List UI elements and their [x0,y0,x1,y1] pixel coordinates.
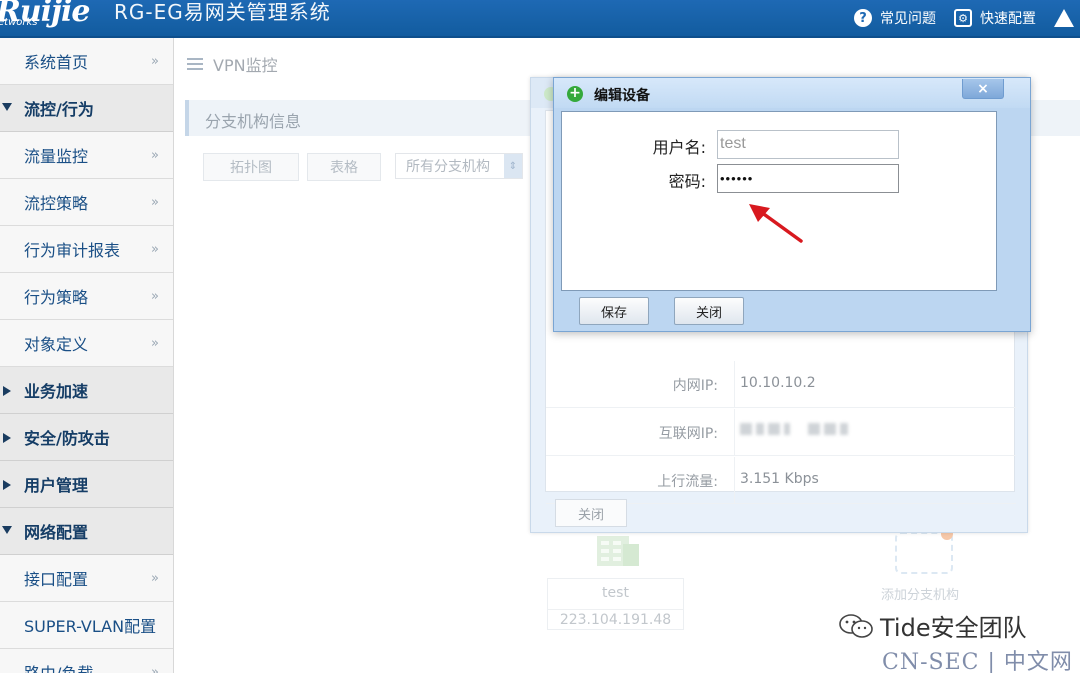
sidebar-item-traffic-monitor[interactable]: 流量监控 » [0,132,173,179]
sidebar-item-super-vlan[interactable]: SUPER-VLAN配置 [0,602,173,649]
sidebar-group-label: 用户管理 [24,476,89,495]
collapsed-triangle-icon [3,433,11,443]
quick-config-label: 快速配置 [980,11,1036,27]
tab-table[interactable]: 表格 [307,153,381,181]
username-row: 用户名: test [562,130,996,160]
dialog-title: 编辑设备 [594,88,650,104]
watermark-text: Tide安全团队 [880,614,1027,642]
double-chevron-icon: » [151,194,159,210]
double-chevron-icon: » [151,147,159,163]
sidebar-group-label: 流控/行为 [24,100,94,119]
info-label: 互联网IP: [546,409,735,456]
sidebar-group-label: 安全/防攻击 [24,429,110,448]
view-tabs: 拓扑图 表格 所有分支机构 ⇕ [203,153,523,181]
sidebar-item-label: 对象定义 [24,335,89,354]
username-label: 用户名: [652,138,706,157]
collapsed-triangle-icon [3,480,11,490]
sidebar-item-behavior-policy[interactable]: 行为策略 » [0,273,173,320]
info-label: 上行流量: [546,457,735,504]
expanded-triangle-icon [2,526,12,534]
info-label: 内网IP: [546,361,735,408]
watermark: Tide安全团队 [838,608,1027,643]
sidebar-item-routing[interactable]: 路由/负载 » [0,649,173,673]
info-value: 3.151 Kbps [740,471,819,487]
double-chevron-icon: » [151,241,159,257]
breadcrumb-label: VPN监控 [213,56,278,75]
branch-device-icon[interactable] [593,530,643,570]
info-row-lan-ip: 内网IP: 10.10.10.2 [546,361,1016,408]
sidebar-item-label: 接口配置 [24,570,89,589]
branch-node-ip: 223.104.191.48 [548,609,683,628]
sidebar-group-security[interactable]: 安全/防攻击 [0,414,173,461]
sidebar-item-object-definition[interactable]: 对象定义 » [0,320,173,367]
menu-icon[interactable] [187,58,203,70]
double-chevron-icon: » [151,664,159,673]
sidebar-group-user-management[interactable]: 用户管理 [0,461,173,508]
wechat-icon [839,613,873,638]
sidebar-item-label: 流控策略 [24,194,89,213]
sidebar-item-label: 流量监控 [24,147,89,166]
redacted-value [740,423,852,439]
edit-device-dialog-header: + 编辑设备 × [554,78,1030,108]
sidebar-group-label: 业务加速 [24,382,89,401]
watermark-site: CN-SEC | 中文网 [882,650,1073,673]
tab-topology[interactable]: 拓扑图 [203,153,299,181]
top-header: Ruijie etworks RG-EG易网关管理系统 ? 常见问题 ⚙ 快速配… [0,0,1080,38]
breadcrumb: VPN监控 [187,52,278,76]
device-info-close-button[interactable]: 关闭 [555,499,627,527]
sidebar-item-home[interactable]: 系统首页 » [0,38,173,85]
sidebar-group-acceleration[interactable]: 业务加速 [0,367,173,414]
sidebar-item-label: 行为审计报表 [24,241,121,260]
sidebar-item-audit-report[interactable]: 行为审计报表 » [0,226,173,273]
info-row-upstream-traffic: 上行流量: 3.151 Kbps [546,457,1016,504]
sidebar-group-label: 网络配置 [24,523,89,542]
collapsed-triangle-icon [3,386,11,396]
help-icon: ? [854,9,872,27]
info-value: 10.10.10.2 [740,375,816,391]
add-circle-icon: + [567,86,583,102]
sidebar-item-label: 路由/负载 [24,660,93,673]
quick-config-link[interactable]: ⚙ 快速配置 [954,8,1036,28]
warning-link[interactable] [1054,9,1074,27]
double-chevron-icon: » [151,570,159,586]
sidebar-group-network-config[interactable]: 网络配置 [0,508,173,555]
warning-icon [1054,9,1074,27]
info-row-wan-ip: 互联网IP: [546,409,1016,456]
double-chevron-icon: » [151,335,159,351]
annotation-arrow-icon [749,204,803,243]
help-link[interactable]: ? 常见问题 [854,8,936,28]
branch-node-name: test [602,585,629,601]
password-field[interactable]: •••••• [717,164,899,193]
branch-select[interactable]: 所有分支机构 ⇕ [395,153,523,179]
save-button[interactable]: 保存 [579,297,649,325]
help-link-label: 常见问题 [880,11,936,27]
password-label: 密码: [668,172,706,191]
sidebar-item-interface-config[interactable]: 接口配置 » [0,555,173,602]
select-arrow-icon: ⇕ [504,154,522,178]
password-row: 密码: •••••• [562,164,996,194]
add-branch-label[interactable]: 添加分支机构 [881,584,959,603]
close-icon[interactable]: × [962,79,1004,99]
close-button[interactable]: 关闭 [674,297,744,325]
header-links: ? 常见问题 ⚙ 快速配置 [854,0,1080,36]
sidebar-item-label: 行为策略 [24,288,89,307]
sidebar-group-flow-control[interactable]: 流控/行为 [0,85,173,132]
branch-node-card[interactable]: test 223.104.191.48 [547,578,684,630]
username-field[interactable]: test [717,130,899,159]
system-title: RG-EG易网关管理系统 [114,0,331,24]
branch-select-value: 所有分支机构 [406,159,490,175]
double-chevron-icon: » [151,53,159,69]
sidebar-nav: 系统首页 » 流控/行为 流量监控 » 流控策略 » 行为审计报表 » 行为策略… [0,38,174,673]
brand-logo-subtitle: etworks [0,17,38,28]
sidebar-item-flow-policy[interactable]: 流控策略 » [0,179,173,226]
double-chevron-icon: » [151,288,159,304]
settings-icon: ⚙ [954,9,972,27]
sidebar-item-label: SUPER-VLAN配置 [24,617,157,636]
sidebar-item-label: 系统首页 [24,53,89,72]
expanded-triangle-icon [2,103,12,111]
